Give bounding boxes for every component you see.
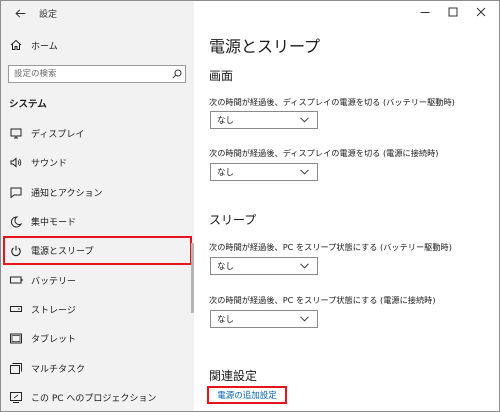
sidebar-item-label: 電源とスリープ <box>31 247 94 258</box>
chevron-down-icon <box>300 316 309 322</box>
main-content: 電源とスリープ 画面 次の時間が経過後、ディスプレイの電源を切る (バッテリー駆… <box>194 1 499 411</box>
sidebar-item-label: この PC へのプロジェクション <box>31 393 157 404</box>
sidebar-item-label: ディスプレイ <box>31 130 85 141</box>
related-settings-title: 関連設定 <box>209 369 258 383</box>
back-arrow-icon <box>14 8 25 18</box>
chevron-down-icon <box>300 263 309 269</box>
sidebar-item-storage[interactable]: ストレージ <box>1 295 194 324</box>
sleep-battery-dropdown[interactable]: なし <box>210 257 318 275</box>
window-controls <box>411 3 495 21</box>
section-heading: システム <box>9 99 47 110</box>
sidebar-item-label: 通知とアクション <box>31 188 103 199</box>
screen-plugged-label: 次の時間が経過後、ディスプレイの電源を切る (電源に接続時) <box>209 148 439 158</box>
screen-plugged-dropdown[interactable]: なし <box>210 163 318 181</box>
dropdown-value: なし <box>217 168 235 178</box>
speaker-icon <box>9 156 23 170</box>
page-title: 電源とスリープ <box>209 37 321 56</box>
sleep-plugged-label: 次の時間が経過後、PC をスリープ状態にする (電源に接続時) <box>209 295 436 305</box>
screen-section-title: 画面 <box>209 69 234 83</box>
storage-icon <box>9 302 23 316</box>
close-icon <box>476 7 486 17</box>
notification-icon <box>9 185 23 199</box>
moon-icon <box>9 215 23 229</box>
sidebar-item-home[interactable]: ホーム <box>1 35 194 55</box>
related-link-highlight: 電源の追加設定 <box>207 386 287 404</box>
additional-power-settings-link[interactable]: 電源の追加設定 <box>217 389 277 401</box>
sidebar-item-notifications[interactable]: 通知とアクション <box>1 178 194 207</box>
sidebar-item-projection[interactable]: この PC へのプロジェクション <box>1 383 194 412</box>
sleep-battery-label: 次の時間が経過後、PC をスリープ状態にする (バッテリー駆動時) <box>209 242 452 252</box>
settings-window: 設定 ホーム システム <box>0 0 500 412</box>
chevron-down-icon <box>300 117 309 123</box>
sidebar-item-power-sleep[interactable]: 電源とスリープ <box>3 236 192 266</box>
sidebar-item-focus-mode[interactable]: 集中モード <box>1 207 194 236</box>
title-bar: 設定 <box>1 1 194 25</box>
minimize-button[interactable] <box>411 3 439 21</box>
search-icon[interactable] <box>169 69 185 79</box>
sleep-plugged-dropdown[interactable]: なし <box>210 310 318 328</box>
battery-icon <box>9 273 23 287</box>
close-button[interactable] <box>467 3 495 21</box>
display-icon <box>9 127 23 141</box>
minimize-icon <box>420 12 430 13</box>
sleep-section-title: スリープ <box>209 213 257 227</box>
sidebar-item-battery[interactable]: バッテリー <box>1 265 194 294</box>
tablet-icon <box>9 332 23 346</box>
sidebar: 設定 ホーム システム <box>1 1 194 411</box>
back-button[interactable] <box>7 3 33 23</box>
search-box <box>8 65 186 83</box>
power-icon <box>9 244 23 258</box>
home-icon <box>9 38 23 52</box>
maximize-button[interactable] <box>439 3 467 21</box>
window-title: 設定 <box>39 9 58 20</box>
dropdown-value: なし <box>217 262 235 272</box>
sidebar-item-label: サウンド <box>31 159 68 170</box>
sidebar-item-label: マルチタスク <box>31 364 86 375</box>
home-label: ホーム <box>31 41 58 52</box>
sidebar-item-label: バッテリー <box>31 276 77 287</box>
sidebar-item-tablet[interactable]: タブレット <box>1 324 194 353</box>
chevron-down-icon <box>300 169 309 175</box>
sidebar-item-display[interactable]: ディスプレイ <box>1 119 194 148</box>
screen-battery-label: 次の時間が経過後、ディスプレイの電源を切る (バッテリー駆動時) <box>209 97 455 107</box>
multitask-icon <box>9 361 23 375</box>
projection-icon <box>9 390 23 404</box>
sidebar-item-sound[interactable]: サウンド <box>1 148 194 177</box>
dropdown-value: なし <box>217 116 235 126</box>
sidebar-item-label: タブレット <box>31 335 77 346</box>
maximize-icon <box>448 7 458 17</box>
sidebar-item-multitasking[interactable]: マルチタスク <box>1 353 194 382</box>
sidebar-item-label: ストレージ <box>31 305 76 316</box>
sidebar-nav: ディスプレイ サウンド 通知とアクション 集中モード 電源とスリープ バッテリー… <box>1 119 194 412</box>
search-input[interactable] <box>9 69 164 79</box>
screen-battery-dropdown[interactable]: なし <box>210 111 318 129</box>
sidebar-item-label: 集中モード <box>31 218 77 229</box>
dropdown-value: なし <box>217 315 235 325</box>
